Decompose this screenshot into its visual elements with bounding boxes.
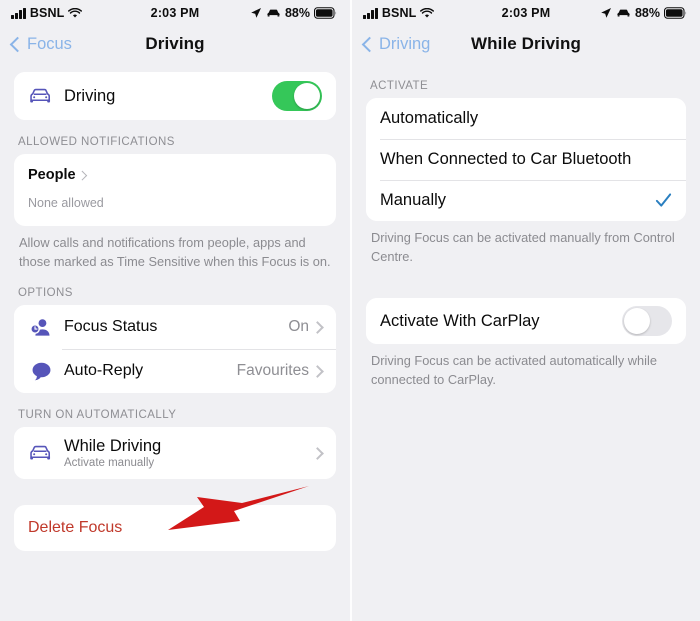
driving-toggle[interactable] bbox=[272, 81, 322, 111]
right-content: ACTIVATE Automatically When Connected to… bbox=[352, 62, 700, 389]
status-bar-left: BSNL 2:03 PM 88% bbox=[0, 0, 350, 26]
people-header-row[interactable]: People bbox=[28, 167, 322, 183]
option-label: Manually bbox=[380, 191, 447, 209]
left-content: Driving ALLOWED NOTIFICATIONS People Non… bbox=[0, 62, 350, 552]
driving-label: Driving bbox=[64, 86, 116, 105]
auto-reply-label: Auto-Reply bbox=[64, 362, 144, 380]
while-driving-sublabel: Activate manually bbox=[64, 457, 155, 470]
options-header: OPTIONS bbox=[18, 287, 73, 300]
car-icon bbox=[28, 83, 54, 109]
chevron-right-icon bbox=[311, 446, 324, 460]
dual-screenshot-container: BSNL 2:03 PM 88% Focus Driving Driving A… bbox=[0, 0, 700, 621]
carrier-label: BSNL bbox=[381, 6, 417, 20]
battery-percent-label: 88% bbox=[284, 6, 310, 20]
row-activate-with-carplay[interactable]: Activate With CarPlay bbox=[366, 298, 686, 345]
focus-status-icon bbox=[28, 314, 54, 340]
status-bar-right-group: 88% bbox=[250, 6, 337, 20]
focus-status-label: Focus Status bbox=[64, 318, 158, 336]
status-bar-left-group: BSNL bbox=[363, 6, 435, 20]
people-label: People bbox=[28, 167, 76, 183]
chevron-right-icon bbox=[311, 364, 324, 378]
option-label: Automatically bbox=[380, 109, 479, 127]
right-screen-while-driving: BSNL 2:03 PM 88% Driving While Driving A… bbox=[350, 0, 700, 621]
activate-footnote: Driving Focus can be activated manually … bbox=[371, 230, 675, 264]
toggle-knob bbox=[624, 308, 650, 335]
carplay-card: Activate With CarPlay bbox=[366, 298, 686, 345]
row-auto-reply[interactable]: Auto-Reply Favourites bbox=[14, 349, 336, 394]
back-button-focus[interactable]: Focus bbox=[9, 34, 72, 54]
turn-on-automatically-card: While Driving Activate manually bbox=[14, 427, 336, 480]
row-while-driving[interactable]: While Driving Activate manually bbox=[14, 427, 336, 480]
chevron-right-icon bbox=[77, 170, 87, 180]
carplay-footnote: Driving Focus can be activated automatic… bbox=[371, 353, 657, 387]
checkmark-icon bbox=[655, 193, 672, 207]
chevron-right-icon bbox=[311, 320, 324, 334]
chevron-left-icon bbox=[9, 36, 26, 52]
back-button-label: Driving bbox=[379, 34, 431, 53]
back-button-label: Focus bbox=[27, 34, 72, 53]
carplay-label: Activate With CarPlay bbox=[380, 311, 540, 330]
status-bar-right-group: 88% bbox=[600, 6, 687, 20]
people-value: None allowed bbox=[28, 196, 104, 210]
battery-icon bbox=[664, 7, 687, 19]
wifi-icon bbox=[68, 7, 83, 18]
battery-icon bbox=[314, 7, 337, 19]
signal-bars-icon bbox=[11, 7, 26, 19]
status-bar-right: BSNL 2:03 PM 88% bbox=[352, 0, 700, 26]
car-icon bbox=[267, 9, 280, 17]
location-arrow-icon bbox=[251, 8, 261, 18]
row-focus-status[interactable]: Focus Status On bbox=[14, 305, 336, 350]
toggle-knob bbox=[294, 83, 320, 109]
option-automatically[interactable]: Automatically bbox=[366, 98, 686, 139]
option-when-connected-to-car-bluetooth[interactable]: When Connected to Car Bluetooth bbox=[366, 139, 686, 180]
people-card[interactable]: People None allowed bbox=[14, 154, 336, 226]
option-label: When Connected to Car Bluetooth bbox=[380, 150, 632, 168]
nav-bar-right: Driving While Driving bbox=[352, 26, 700, 62]
driving-row[interactable]: Driving bbox=[14, 72, 336, 120]
while-driving-label: While Driving bbox=[64, 437, 162, 456]
battery-percent-label: 88% bbox=[634, 6, 660, 20]
left-screen-driving-focus: BSNL 2:03 PM 88% Focus Driving Driving A… bbox=[0, 0, 350, 621]
delete-focus-card[interactable]: Delete Focus bbox=[14, 505, 336, 552]
back-button-driving[interactable]: Driving bbox=[361, 34, 431, 54]
option-manually[interactable]: Manually bbox=[366, 180, 686, 221]
driving-toggle-card: Driving bbox=[14, 72, 336, 120]
allowed-notifications-footnote: Allow calls and notifications from peopl… bbox=[19, 235, 331, 269]
while-driving-text: While Driving Activate manually bbox=[64, 437, 161, 469]
carplay-toggle[interactable] bbox=[622, 306, 672, 337]
car-icon bbox=[617, 9, 630, 17]
auto-reply-value: Favourites bbox=[236, 362, 309, 380]
wifi-icon bbox=[420, 7, 435, 18]
signal-bars-icon bbox=[363, 7, 378, 19]
nav-bar-left: Focus Driving bbox=[0, 26, 350, 62]
activate-header: ACTIVATE bbox=[370, 80, 429, 92]
focus-status-value: On bbox=[288, 318, 309, 336]
status-bar-left-group: BSNL bbox=[11, 6, 83, 20]
delete-focus-label: Delete Focus bbox=[28, 519, 123, 537]
chevron-left-icon bbox=[361, 36, 378, 52]
options-card: Focus Status On Auto-Reply Favourites bbox=[14, 305, 336, 394]
speech-bubble-icon bbox=[28, 358, 54, 384]
turn-on-automatically-header: TURN ON AUTOMATICALLY bbox=[18, 409, 177, 422]
car-icon bbox=[28, 440, 54, 466]
carrier-label: BSNL bbox=[29, 6, 65, 20]
activate-options-card: Automatically When Connected to Car Blue… bbox=[366, 98, 686, 221]
allowed-notifications-header: ALLOWED NOTIFICATIONS bbox=[18, 136, 175, 148]
location-arrow-icon bbox=[601, 8, 611, 18]
